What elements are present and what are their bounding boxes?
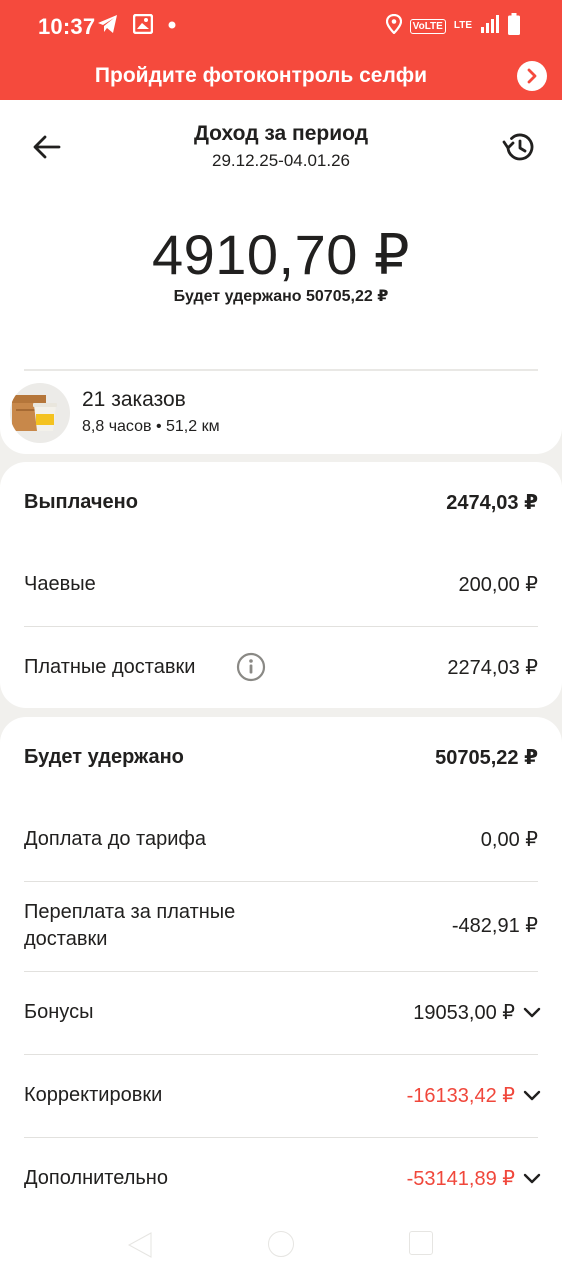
tariff-topup-label: Доплата до тарифа	[24, 828, 206, 850]
divider	[24, 369, 538, 371]
tips-label: Чаевые	[24, 573, 96, 595]
divider	[24, 881, 538, 882]
additional-value: -53141,89 ₽	[406, 1168, 515, 1190]
chevron-down-icon[interactable]	[523, 1090, 541, 1102]
paid-title: Выплачено	[24, 491, 138, 513]
dot-icon	[167, 17, 177, 35]
bonuses-label[interactable]: Бонусы	[24, 999, 93, 1026]
bonuses-value: 19053,00 ₽	[413, 1002, 515, 1024]
page-title: Доход за период	[193, 122, 369, 145]
paid-deliveries-label: Платные доставки	[24, 656, 196, 678]
volte-icon: VoLTE	[409, 18, 446, 34]
nav-home-icon[interactable]	[268, 1231, 294, 1257]
selfie-check-banner[interactable]: Пройдите фотоконтроль селфи	[0, 52, 562, 100]
paid-deliveries-value: 2274,03 ₽	[447, 657, 538, 679]
nav-recent-icon[interactable]	[409, 1231, 433, 1255]
divider	[24, 626, 538, 627]
total-income: 4910,70 ₽	[151, 223, 411, 286]
banner-text: Пройдите фотоконтроль селфи	[94, 64, 428, 87]
chevron-down-icon[interactable]	[523, 1173, 541, 1185]
corrections-value: -16133,42 ₽	[406, 1085, 515, 1107]
tariff-topup-value: 0,00 ₽	[480, 829, 538, 851]
corrections-label[interactable]: Корректировки	[24, 1082, 162, 1109]
lte-icon: LTE	[453, 20, 472, 31]
overpayment-label: Переплата за платные доставки	[24, 901, 236, 950]
withheld-total: 50705,22 ₽	[435, 747, 538, 769]
divider	[24, 1054, 538, 1055]
withheld-title: Будет удержано	[24, 746, 184, 768]
additional-label[interactable]: Дополнительно	[24, 1165, 168, 1192]
divider	[24, 971, 538, 972]
signal-icon	[480, 14, 500, 38]
image-icon	[132, 13, 154, 39]
paid-total: 2474,03 ₽	[446, 492, 538, 514]
tips-value: 200,00 ₽	[458, 574, 538, 596]
status-time: 10:37	[38, 14, 96, 39]
orders-count: 21 заказов	[82, 388, 186, 411]
overpayment-value: -482,91 ₽	[451, 915, 538, 937]
history-icon[interactable]	[502, 130, 536, 164]
divider	[24, 1137, 538, 1138]
telegram-icon	[97, 14, 119, 39]
chevron-down-icon[interactable]	[523, 1007, 541, 1019]
status-bar: 10:37 VoLTE LTE	[0, 0, 562, 52]
chevron-right-icon[interactable]	[517, 61, 547, 91]
info-icon[interactable]	[236, 652, 266, 682]
withheld-note: Будет удержано 50705,22 ₽	[173, 288, 389, 305]
location-icon	[385, 13, 402, 39]
orders-avatar	[10, 383, 70, 443]
period-range: 29.12.25-04.01.26	[211, 151, 350, 170]
orders-details: 8,8 часов • 51,2 км	[82, 418, 220, 435]
battery-icon	[508, 12, 520, 40]
nav-back-icon[interactable]	[127, 1232, 153, 1258]
